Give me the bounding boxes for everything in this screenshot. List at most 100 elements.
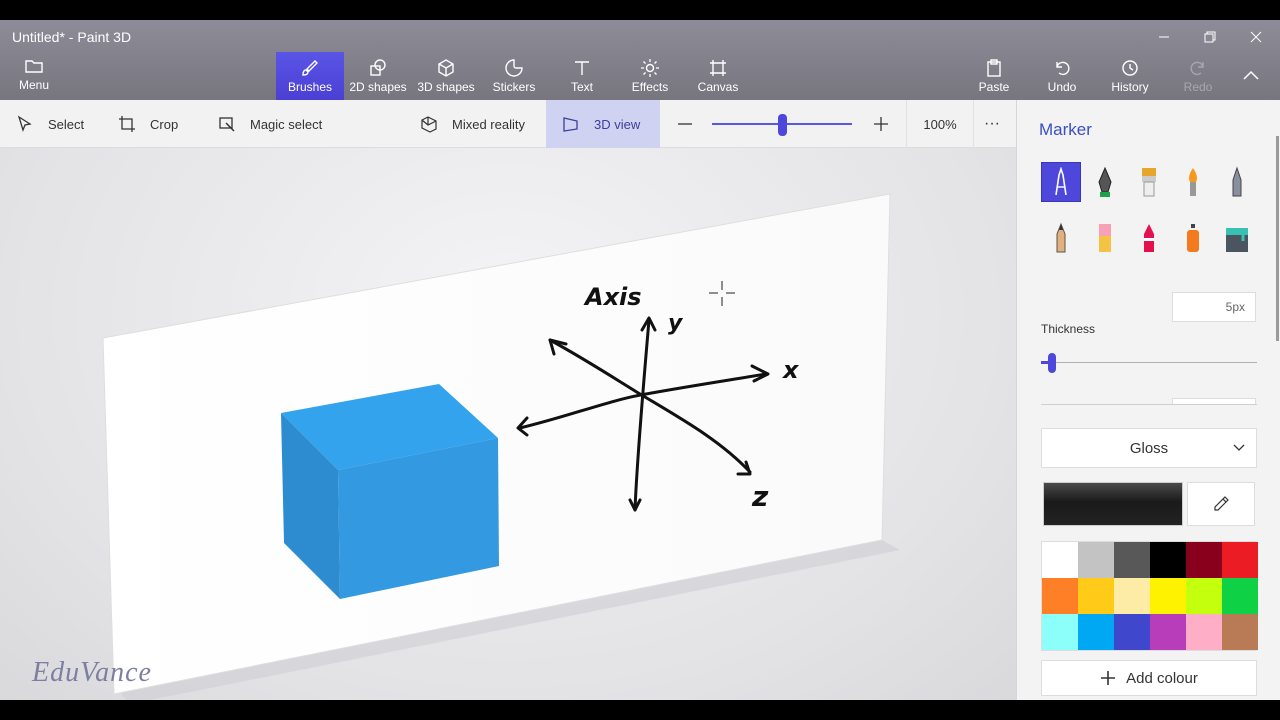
palette-swatch[interactable] [1150, 578, 1186, 614]
zoom-slider-thumb[interactable] [778, 114, 787, 136]
spray-can-button[interactable] [1173, 218, 1213, 258]
more-options-button[interactable]: ··· [984, 100, 1000, 148]
3d-cube[interactable] [281, 384, 499, 599]
opacity-input[interactable] [1172, 398, 1256, 404]
crayon-icon [1144, 224, 1154, 252]
eyedropper-button[interactable] [1187, 482, 1255, 526]
effects-icon [641, 59, 659, 77]
crop-label: Crop [150, 116, 179, 132]
tab-label: 2D shapes [349, 80, 407, 94]
palette-swatch[interactable] [1186, 614, 1222, 650]
tab-effects[interactable]: Effects [616, 52, 684, 100]
palette-swatch[interactable] [1114, 542, 1150, 578]
canvas-area[interactable]: Axis y x z EduVance [0, 148, 1016, 700]
2d-shapes-icon [370, 59, 386, 76]
eraser-icon [1099, 224, 1111, 252]
3d-scene[interactable]: Axis y x z [0, 148, 1016, 700]
thickness-input[interactable]: 5px [1172, 292, 1256, 322]
restore-icon [1204, 31, 1216, 43]
panel-scrollbar[interactable] [1276, 136, 1279, 341]
zoom-out-button[interactable] [676, 100, 708, 148]
thickness-label: Thickness [1041, 322, 1096, 336]
minimize-icon [1159, 36, 1169, 38]
history-icon [1122, 60, 1138, 76]
minimize-button[interactable] [1141, 25, 1187, 49]
spray-can-icon [1187, 224, 1199, 252]
action-label: Paste [978, 80, 1010, 94]
close-button[interactable] [1233, 25, 1279, 49]
pencil-icon [1056, 222, 1066, 253]
axis-title-text: Axis [583, 283, 642, 311]
chevron-down-icon [1233, 444, 1245, 451]
3d-shapes-icon [438, 59, 454, 77]
eraser-button[interactable] [1085, 218, 1125, 258]
palette-swatch[interactable] [1078, 614, 1114, 650]
tab-brushes[interactable]: Brushes [276, 52, 344, 100]
watercolor-button[interactable] [1173, 162, 1213, 202]
palette-swatch[interactable] [1042, 578, 1078, 614]
magic-select-label: Magic select [250, 116, 323, 132]
pencil-button[interactable] [1041, 218, 1081, 258]
finish-dropdown[interactable]: Gloss [1041, 428, 1257, 468]
palette-swatch[interactable] [1222, 614, 1258, 650]
oil-brush-button[interactable] [1129, 162, 1169, 202]
x-label-text: x [782, 356, 800, 384]
palette-swatch[interactable] [1114, 614, 1150, 650]
color-palette [1041, 541, 1258, 651]
palette-swatch[interactable] [1078, 578, 1114, 614]
palette-swatch[interactable] [1150, 614, 1186, 650]
undo-button[interactable]: Undo [1028, 52, 1096, 100]
palette-swatch[interactable] [1078, 542, 1114, 578]
panel-title: Marker [1039, 120, 1092, 139]
paste-icon [987, 59, 1001, 77]
window-title: Untitled* - Paint 3D [12, 29, 132, 45]
redo-icon [1190, 61, 1204, 76]
thickness-slider-track[interactable] [1041, 362, 1257, 363]
plus-icon [1101, 671, 1116, 685]
palette-swatch[interactable] [1114, 578, 1150, 614]
paste-button[interactable]: Paste [960, 52, 1028, 100]
palette-swatch[interactable] [1186, 542, 1222, 578]
mixed-reality-icon [421, 116, 437, 133]
palette-swatch[interactable] [1042, 614, 1078, 650]
tab-label: Text [570, 80, 593, 94]
menu-button[interactable]: Menu [0, 56, 68, 98]
tab-label: Brushes [287, 80, 333, 94]
add-colour-button[interactable]: Add colour [1041, 660, 1257, 696]
marker-brush-button[interactable] [1041, 162, 1081, 202]
tab-3d-shapes[interactable]: 3D shapes [412, 52, 480, 100]
tab-text[interactable]: Text [548, 52, 616, 100]
pixel-pen-button[interactable] [1217, 162, 1257, 202]
brush-icon [302, 60, 318, 76]
canvas-icon [710, 60, 726, 76]
thickness-slider-thumb[interactable] [1047, 353, 1056, 373]
restore-button[interactable] [1187, 25, 1233, 49]
zoom-value[interactable]: 100% [906, 100, 974, 148]
zoom-in-button[interactable] [872, 100, 904, 148]
collapse-ribbon-button[interactable] [1222, 52, 1280, 100]
palette-swatch[interactable] [1222, 542, 1258, 578]
pixel-pen-icon [1232, 166, 1242, 197]
mixed-reality-tool[interactable]: Mixed reality [420, 100, 525, 148]
3d-view-toggle[interactable]: 3D view [546, 100, 660, 148]
fill-bucket-icon [1226, 228, 1248, 252]
tab-stickers[interactable]: Stickers [480, 52, 548, 100]
palette-swatch[interactable] [1186, 578, 1222, 614]
palette-swatch[interactable] [1222, 578, 1258, 614]
tab-canvas[interactable]: Canvas [684, 52, 752, 100]
magic-select-tool[interactable]: Magic select [218, 100, 322, 148]
fill-bucket-button[interactable] [1217, 218, 1257, 258]
select-tool[interactable]: Select [16, 100, 84, 148]
palette-swatch[interactable] [1150, 542, 1186, 578]
opacity-slider-track[interactable] [1041, 404, 1257, 405]
current-color-swatch[interactable] [1043, 482, 1183, 526]
tab-label: Effects [631, 80, 669, 94]
tab-label: Canvas [697, 80, 739, 94]
palette-swatch[interactable] [1042, 542, 1078, 578]
tab-label: Stickers [492, 80, 536, 94]
tab-2d-shapes[interactable]: 2D shapes [344, 52, 412, 100]
crayon-button[interactable] [1129, 218, 1169, 258]
calligraphy-pen-button[interactable] [1085, 162, 1125, 202]
history-button[interactable]: History [1096, 52, 1164, 100]
crop-tool[interactable]: Crop [118, 100, 178, 148]
